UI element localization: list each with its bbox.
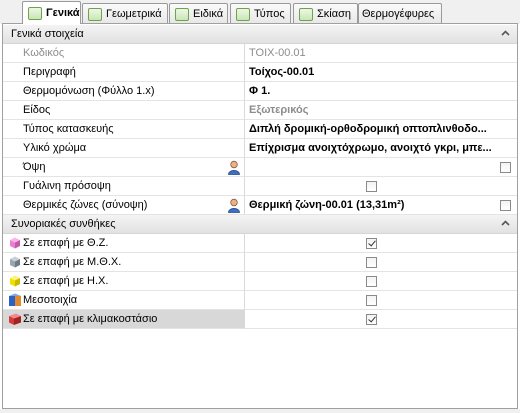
- category-general[interactable]: Γενικά στοιχεία: [3, 25, 517, 44]
- tab-shading[interactable]: Σκίαση: [293, 3, 358, 24]
- material-color-value[interactable]: Επίχρισμα ανοιχτόχρωμο, ανοιχτό γκρι, μπ…: [245, 139, 517, 158]
- user-select-icon[interactable]: [227, 198, 241, 213]
- tab-geometric[interactable]: Γεωμετρικά: [82, 3, 168, 24]
- tab-label: Ειδικά: [193, 8, 224, 20]
- panel-bottom-edge: [0, 409, 520, 413]
- row-contact-thermal-zone[interactable]: Σε επαφή με Θ.Ζ.: [3, 234, 517, 253]
- row-glass-facade[interactable]: Γυάλινη πρόσοψη: [3, 177, 517, 196]
- thermal-zones-value[interactable]: Θερμική ζώνη-00.01 (13,31m²): [245, 196, 517, 215]
- row-label: Είδος: [3, 101, 245, 120]
- user-select-icon[interactable]: [227, 160, 241, 175]
- kind-value: Εξωτερικός: [245, 101, 517, 120]
- condition-label: Σε επαφή με Μ.Θ.Χ.: [23, 256, 122, 268]
- property-grid: Γενικά στοιχεία Κωδικός TOIX-00.01 Περιγ…: [3, 25, 517, 329]
- party-wall-checkbox[interactable]: [366, 295, 377, 306]
- condition-value[interactable]: [245, 310, 517, 329]
- row-label: Σε επαφή με Μ.Θ.Χ.: [3, 253, 245, 272]
- staircase-icon: [9, 313, 21, 325]
- contact-thermal-zone-checkbox[interactable]: [366, 238, 377, 249]
- condition-value[interactable]: [245, 253, 517, 272]
- row-label: Υλικό χρώμα: [3, 139, 245, 158]
- condition-value[interactable]: [245, 291, 517, 310]
- row-insulation[interactable]: Θερμομόνωση (Φύλλο 1.x) Φ 1.: [3, 82, 517, 101]
- facade-checkbox[interactable]: [500, 162, 511, 173]
- tab-label: Τύπος: [254, 8, 285, 20]
- row-description[interactable]: Περιγραφή Τοίχος-00.01: [3, 63, 517, 82]
- tab-strip: Γενικά Γεωμετρικά Ειδικά Τύπος Σκίαση Θε…: [0, 0, 520, 24]
- row-label: Θερμομόνωση (Φύλλο 1.x): [3, 82, 245, 101]
- tab-label: Σκίαση: [317, 8, 352, 20]
- tab-label: Γενικά: [46, 7, 80, 19]
- category-title: Γενικά στοιχεία: [11, 28, 84, 40]
- description-value[interactable]: Τοίχος-00.01: [245, 63, 517, 82]
- row-material-color[interactable]: Υλικό χρώμα Επίχρισμα ανοιχτόχρωμο, ανοι…: [3, 139, 517, 158]
- thermal-zones-checkbox[interactable]: [500, 200, 511, 211]
- condition-value[interactable]: [245, 234, 517, 253]
- property-panel: Γενικά στοιχεία Κωδικός TOIX-00.01 Περιγ…: [2, 23, 518, 409]
- condition-label: Σε επαφή με Θ.Ζ.: [23, 237, 109, 249]
- row-label: Γυάλινη πρόσοψη: [3, 177, 245, 196]
- gray-zone-icon: [10, 256, 20, 268]
- condition-label: Σε επαφή με Η.Χ.: [23, 275, 109, 287]
- row-label: Όψη: [3, 158, 245, 177]
- tab-label: Θερμογέφυρες: [362, 8, 435, 20]
- tab-shading-icon: [299, 7, 313, 21]
- insulation-value[interactable]: Φ 1.: [245, 82, 517, 101]
- row-label: Σε επαφή με Θ.Ζ.: [3, 234, 245, 253]
- row-kind[interactable]: Είδος Εξωτερικός: [3, 101, 517, 120]
- tab-label: Γεωμετρικά: [106, 8, 162, 20]
- row-contact-staircase[interactable]: Σε επαφή με κλιμακοστάσιο: [3, 310, 517, 329]
- facade-value[interactable]: [245, 158, 517, 177]
- code-value: TOIX-00.01: [245, 44, 517, 63]
- contact-unheated-space-checkbox[interactable]: [366, 257, 377, 268]
- category-boundary-conditions[interactable]: Συνοριακές συνθήκες: [3, 215, 517, 234]
- facade-label: Όψη: [23, 161, 46, 173]
- contact-sunspace-checkbox[interactable]: [366, 276, 377, 287]
- thermal-zones-label: Θερμικές ζώνες (σύνοψη): [23, 199, 148, 211]
- construction-type-value[interactable]: Διπλή δρομική-ορθοδρομική οπτοπλινθοδο..…: [245, 120, 517, 139]
- chevron-up-icon[interactable]: [500, 218, 511, 229]
- row-label: Μεσοτοιχία: [3, 291, 245, 310]
- row-party-wall[interactable]: Μεσοτοιχία: [3, 291, 517, 310]
- row-facade[interactable]: Όψη: [3, 158, 517, 177]
- tab-type[interactable]: Τύπος: [230, 3, 291, 24]
- tab-thermal-bridges[interactable]: Θερμογέφυρες: [358, 3, 442, 24]
- row-contact-sunspace[interactable]: Σε επαφή με Η.Χ.: [3, 272, 517, 291]
- row-code[interactable]: Κωδικός TOIX-00.01: [3, 44, 517, 63]
- row-label: Σε επαφή με Η.Χ.: [3, 272, 245, 291]
- tab-general-icon: [28, 6, 42, 20]
- condition-label: Μεσοτοιχία: [23, 294, 78, 306]
- pink-zone-icon: [10, 237, 20, 249]
- category-title: Συνοριακές συνθήκες: [11, 218, 116, 230]
- yellow-zone-icon: [10, 275, 20, 287]
- row-label: Τύπος κατασκευής: [3, 120, 245, 139]
- tab-special[interactable]: Ειδικά: [169, 3, 228, 24]
- tab-geometric-icon: [88, 7, 102, 21]
- row-label: Περιγραφή: [3, 63, 245, 82]
- glass-facade-checkbox[interactable]: [366, 181, 377, 192]
- empty-grid-area: [3, 366, 517, 408]
- party-wall-icon: [9, 293, 21, 306]
- tab-special-icon: [175, 7, 189, 21]
- glass-facade-value[interactable]: [245, 177, 517, 196]
- tab-type-icon: [236, 7, 250, 21]
- row-label: Θερμικές ζώνες (σύνοψη): [3, 196, 245, 215]
- tab-general[interactable]: Γενικά: [22, 1, 81, 24]
- row-construction-type[interactable]: Τύπος κατασκευής Διπλή δρομική-ορθοδρομι…: [3, 120, 517, 139]
- contact-staircase-checkbox[interactable]: [366, 314, 377, 325]
- row-label: Σε επαφή με κλιμακοστάσιο: [3, 310, 245, 329]
- row-thermal-zones[interactable]: Θερμικές ζώνες (σύνοψη) Θερμική ζώνη-00.…: [3, 196, 517, 215]
- chevron-up-icon[interactable]: [500, 28, 511, 39]
- row-label: Κωδικός: [3, 44, 245, 63]
- row-contact-unheated-space[interactable]: Σε επαφή με Μ.Θ.Χ.: [3, 253, 517, 272]
- condition-label: Σε επαφή με κλιμακοστάσιο: [23, 313, 158, 325]
- condition-value[interactable]: [245, 272, 517, 291]
